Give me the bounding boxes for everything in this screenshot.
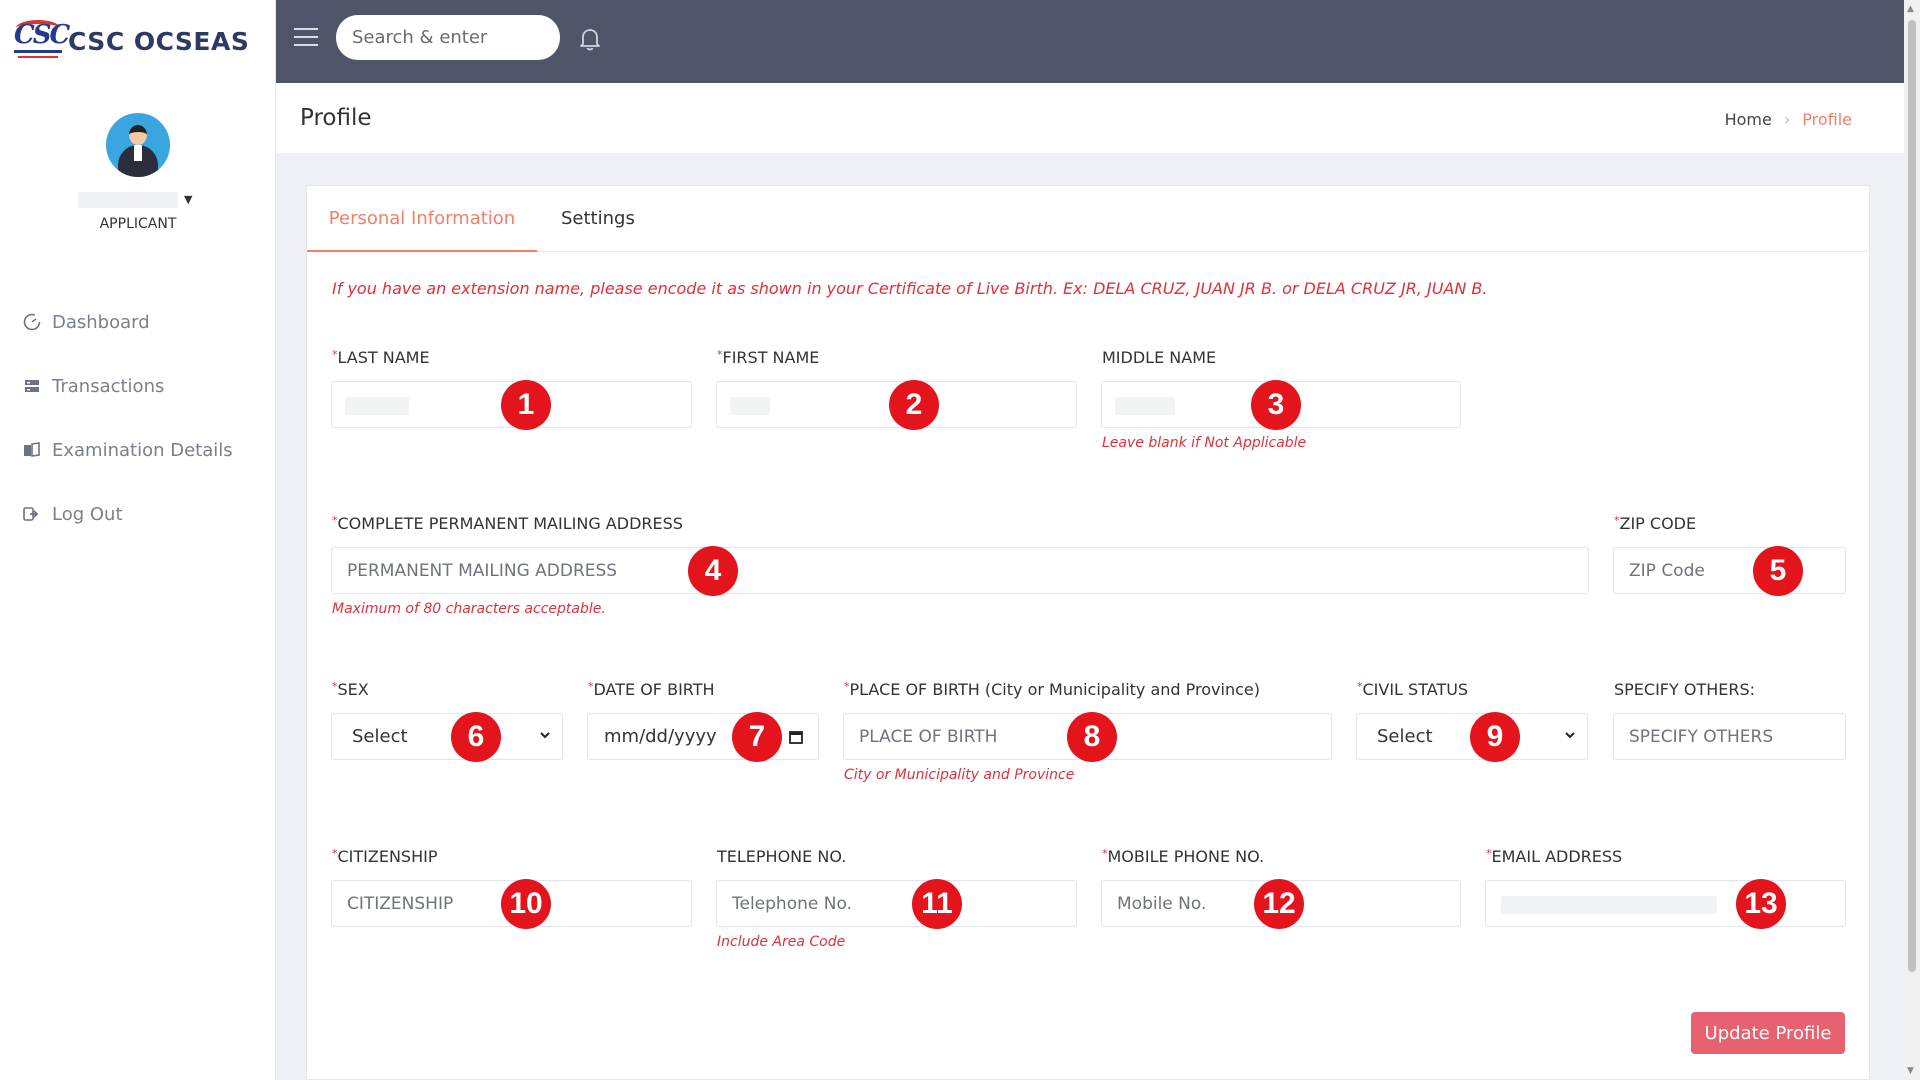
sidebar-nav: Dashboard Transactions Examination Detai… bbox=[0, 290, 276, 546]
address-label: *COMPLETE PERMANENT MAILING ADDRESS bbox=[332, 514, 683, 533]
transactions-icon bbox=[22, 376, 42, 396]
sex-select-value: Select bbox=[352, 726, 408, 747]
profile-card: Personal Information Settings If you hav… bbox=[306, 185, 1870, 1080]
email-label: *EMAIL ADDRESS bbox=[1486, 847, 1623, 866]
place-of-birth-label: *PLACE OF BIRTH (City or Municipality an… bbox=[844, 680, 1260, 699]
date-of-birth-input[interactable]: mm/dd/yyyy bbox=[587, 713, 819, 760]
date-of-birth-label: *DATE OF BIRTH bbox=[588, 680, 715, 699]
civil-status-label: *CIVIL STATUS bbox=[1357, 680, 1469, 699]
breadcrumb-home-link[interactable]: Home bbox=[1725, 110, 1772, 129]
annotation-badge-5: 5 bbox=[1753, 546, 1803, 596]
specify-others-input[interactable] bbox=[1613, 713, 1846, 760]
annotation-badge-12: 12 bbox=[1254, 879, 1304, 929]
scroll-down-icon[interactable]: ▼ bbox=[1907, 1066, 1914, 1076]
user-menu-caret-icon[interactable]: ▼ bbox=[184, 193, 192, 206]
middle-name-label: MIDDLE NAME bbox=[1102, 348, 1217, 367]
scrollbar-thumb[interactable] bbox=[1908, 20, 1916, 972]
user-role: APPLICANT bbox=[99, 216, 177, 232]
sex-label: *SEX bbox=[332, 680, 369, 699]
book-icon bbox=[22, 440, 42, 460]
address-input[interactable] bbox=[331, 547, 1589, 594]
brand[interactable]: CSC CSC OCSEAS bbox=[14, 18, 249, 64]
annotation-badge-7: 7 bbox=[732, 712, 782, 762]
csc-logo: CSC bbox=[14, 18, 70, 64]
sidebar-item-label: Examination Details bbox=[52, 439, 233, 461]
annotation-badge-13: 13 bbox=[1736, 879, 1786, 929]
last-name-redacted bbox=[345, 397, 409, 415]
notification-bell-icon[interactable] bbox=[578, 26, 602, 52]
sidebar-item-label: Transactions bbox=[52, 375, 165, 397]
sidebar: CSC CSC OCSEAS ▼ APPLICANT Dashboard Tra… bbox=[0, 0, 276, 1080]
tab-settings[interactable]: Settings bbox=[561, 186, 635, 252]
annotation-badge-4: 4 bbox=[688, 546, 738, 596]
middle-name-redacted bbox=[1115, 397, 1175, 415]
zip-code-label: *ZIP CODE bbox=[1614, 514, 1697, 533]
sidebar-item-label: Log Out bbox=[52, 503, 123, 525]
annotation-badge-1: 1 bbox=[501, 380, 551, 430]
tabs: Personal Information Settings bbox=[307, 186, 1869, 252]
annotation-badge-11: 11 bbox=[912, 879, 962, 929]
breadcrumb-current: Profile bbox=[1802, 110, 1852, 129]
update-profile-button[interactable]: Update Profile bbox=[1691, 1012, 1845, 1054]
calendar-icon[interactable] bbox=[788, 729, 804, 745]
sidebar-item-label: Dashboard bbox=[52, 311, 150, 333]
annotation-badge-6: 6 bbox=[451, 712, 501, 762]
search-input[interactable] bbox=[336, 15, 560, 60]
last-name-label: *LAST NAME bbox=[332, 348, 430, 367]
annotation-badge-2: 2 bbox=[889, 380, 939, 430]
page-header: Profile Home › Profile bbox=[276, 83, 1904, 153]
sex-select[interactable]: Select bbox=[331, 713, 563, 760]
date-of-birth-value: mm/dd/yyyy bbox=[604, 726, 717, 747]
extension-name-note: If you have an extension name, please en… bbox=[332, 279, 1488, 298]
first-name-redacted bbox=[730, 397, 770, 415]
chevron-down-icon bbox=[1565, 732, 1575, 739]
breadcrumb: Home › Profile bbox=[1725, 110, 1852, 129]
citizenship-label: *CITIZENSHIP bbox=[332, 847, 438, 866]
first-name-label: *FIRST NAME bbox=[717, 348, 820, 367]
page-title: Profile bbox=[300, 105, 372, 131]
annotation-badge-10: 10 bbox=[501, 879, 551, 929]
user-name-redacted[interactable] bbox=[78, 192, 178, 208]
annotation-badge-9: 9 bbox=[1470, 712, 1520, 762]
middle-name-help: Leave blank if Not Applicable bbox=[1102, 435, 1307, 451]
place-of-birth-help: City or Municipality and Province bbox=[844, 767, 1075, 783]
sidebar-item-transactions[interactable]: Transactions bbox=[0, 354, 276, 418]
telephone-help: Include Area Code bbox=[717, 934, 846, 950]
brand-name: CSC OCSEAS bbox=[68, 26, 250, 56]
annotation-badge-3: 3 bbox=[1251, 380, 1301, 430]
tab-personal-information[interactable]: Personal Information bbox=[307, 186, 537, 252]
annotation-badge-8: 8 bbox=[1067, 712, 1117, 762]
menu-toggle-icon[interactable] bbox=[294, 28, 318, 48]
address-help: Maximum of 80 characters acceptable. bbox=[332, 601, 606, 617]
page-scrollbar[interactable]: ▲ ▼ bbox=[1904, 0, 1920, 1080]
breadcrumb-separator-icon: › bbox=[1783, 110, 1791, 129]
chevron-down-icon bbox=[540, 732, 550, 739]
sidebar-item-dashboard[interactable]: Dashboard bbox=[0, 290, 276, 354]
zip-code-input[interactable] bbox=[1613, 547, 1846, 594]
scroll-up-icon[interactable]: ▲ bbox=[1907, 4, 1914, 14]
civil-status-select-value: Select bbox=[1377, 726, 1433, 747]
sidebar-item-log-out[interactable]: Log Out bbox=[0, 482, 276, 546]
avatar[interactable] bbox=[106, 113, 170, 177]
dashboard-icon bbox=[22, 312, 42, 332]
email-redacted bbox=[1501, 896, 1717, 914]
topbar bbox=[276, 0, 1904, 83]
mobile-phone-label: *MOBILE PHONE NO. bbox=[1102, 847, 1265, 866]
telephone-label: TELEPHONE NO. bbox=[717, 847, 847, 866]
specify-others-label: SPECIFY OTHERS: bbox=[1614, 680, 1756, 699]
logout-icon bbox=[22, 504, 42, 524]
sidebar-item-examination-details[interactable]: Examination Details bbox=[0, 418, 276, 482]
telephone-input[interactable] bbox=[716, 880, 1077, 927]
